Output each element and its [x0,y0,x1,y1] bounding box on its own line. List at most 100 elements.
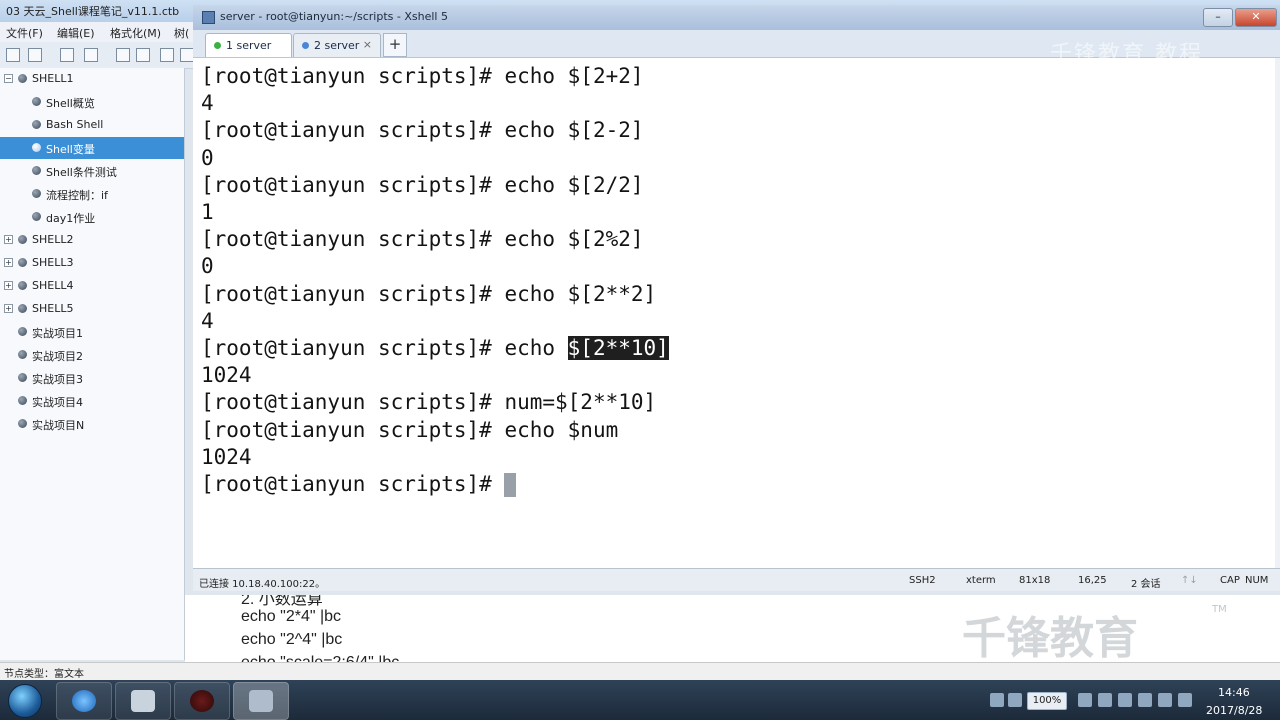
undo-icon[interactable] [180,48,194,62]
menu-edit[interactable]: 编辑(E) [57,25,95,41]
tree-item[interactable]: + SHELL2 [0,229,184,251]
taskbar-xshell-button[interactable] [233,682,289,720]
node-bullet-icon [32,120,41,129]
menu-format[interactable]: 格式化(M) [110,25,161,41]
menu-file[interactable]: 文件(F) [6,25,43,41]
tray-app-icon[interactable] [990,693,1004,707]
tree-item[interactable]: 实战项目4 [0,390,184,412]
dropdown-icon[interactable] [136,48,150,62]
shell-prompt: [root@tianyun scripts]# [201,390,505,415]
tray-network-icon[interactable] [1078,693,1092,707]
save-icon[interactable] [160,48,174,62]
shell-prompt: [root@tianyun scripts]# [201,281,505,306]
tree-item[interactable]: 实战项目1 [0,321,184,343]
status-dot-icon [214,42,221,49]
terminal-area[interactable]: [root@tianyun scripts]# echo $[2+2] 4 [roo… [193,58,1275,568]
tree-item[interactable]: Bash Shell [0,114,184,136]
node-bullet-icon [18,281,27,290]
terminal-size-status: 81x18 [1019,575,1051,586]
shell-prompt: [root@tianyun scripts]# [201,472,505,496]
tree-add-icon[interactable] [6,48,20,62]
tree-sub-icon[interactable] [28,48,42,62]
command-output: 1 [201,200,214,224]
tree-item[interactable]: + SHELL4 [0,275,184,297]
expand-icon[interactable]: + [4,281,13,290]
num-lock-status: NUM [1245,575,1269,586]
clock-time[interactable]: 14:46 [1218,686,1250,699]
command-text: echo $[2**2] [504,281,657,306]
expand-icon[interactable]: + [4,304,13,313]
terminal-command-line: [root@tianyun scripts]# echo $[2-2] [201,117,644,144]
tree-item[interactable]: + SHELL3 [0,252,184,274]
forward-arrow-icon[interactable] [84,48,98,62]
command-output: 0 [201,145,214,170]
start-button[interactable] [8,684,42,718]
collapse-icon[interactable]: − [4,74,13,83]
node-bullet-icon [32,189,41,198]
close-button[interactable]: ✕ [1235,8,1277,27]
tree-item-label: 实战项目1 [32,327,83,340]
command-text: echo $num [504,417,619,442]
tab-server-1[interactable]: 1 server [205,33,292,57]
tray-zoom-indicator[interactable]: 100% [1027,692,1067,710]
tray-app-icon[interactable] [1098,693,1112,707]
command-output: 4 [201,91,214,116]
tree-item[interactable]: Shell变量 [0,137,184,159]
tray-app-icon[interactable] [1118,693,1132,707]
tab-close-icon[interactable]: × [363,38,372,51]
add-tab-button[interactable]: + [383,33,407,57]
terminal-output-line: 4 [201,90,214,117]
menu-tree[interactable]: 树( [174,25,189,41]
note-line: echo "scale=2;6/4" |bc [241,654,399,662]
terminal-output-line: 1024 [201,362,252,389]
tree-item[interactable]: + SHELL5 [0,298,184,320]
note-line: echo "2*4" |bc [241,608,342,625]
terminal-cursor [504,473,517,497]
tree-item[interactable]: 流程控制：if [0,183,184,205]
tree-item[interactable]: day1作业 [0,206,184,228]
clock-date[interactable]: 2017/8/28 [1206,704,1262,717]
session-count-status: 2 会话 [1131,579,1161,590]
note-tree-panel: − SHELL1 Shell概览 Bash Shell Shell变量 Shell条件测试… [0,68,185,660]
tree-item[interactable]: Shell条件测试 [0,160,184,182]
tray-volume-icon[interactable] [1178,693,1192,707]
terminal-output-line: 1 [201,199,214,226]
terminal-output-line: 0 [201,145,214,172]
tab-server-2[interactable]: 2 server × [293,33,381,57]
node-bullet-icon [32,97,41,106]
expand-icon[interactable]: + [4,258,13,267]
tree-item[interactable]: 实战项目2 [0,344,184,366]
taskbar-cherrytree-button[interactable] [174,682,230,720]
taskbar-monitor-button[interactable] [115,682,171,720]
terminal-command-line: [root@tianyun scripts]# num=$[2**10] [201,389,656,416]
tree-item-label: SHELL4 [32,279,74,292]
cursor-position-status: 16,25 [1078,575,1107,586]
node-bullet-icon [32,143,41,152]
shell-prompt: [root@tianyun scripts]# [201,417,505,442]
terminal-type-status: xterm [966,575,996,586]
taskbar-ie-button[interactable] [56,682,112,720]
terminal-scrollbar[interactable] [1275,58,1280,568]
node-bullet-icon [18,258,27,267]
terminal-command-line: [root@tianyun scripts]# echo $[2**2] [201,281,656,308]
expand-icon[interactable]: + [4,235,13,244]
selected-text-highlight[interactable]: $[2**10] [567,336,669,360]
tray-app-icon[interactable] [1008,693,1022,707]
node-bullet-icon [18,419,27,428]
command-text: echo $[2/2] [504,172,644,197]
node-bullet-icon [18,235,27,244]
back-arrow-icon[interactable] [60,48,74,62]
terminal-command-line: [root@tianyun scripts]# [201,471,517,498]
folder-icon[interactable] [116,48,130,62]
tree-item[interactable]: Shell概览 [0,91,184,113]
tray-display-icon[interactable] [1158,693,1172,707]
minimize-button[interactable]: – [1203,8,1233,27]
tab-label: 2 server [314,39,360,52]
node-bullet-icon [18,304,27,313]
tree-item[interactable]: 实战项目N [0,413,184,435]
tree-item[interactable]: − SHELL1 [0,68,184,90]
tree-item[interactable]: 实战项目3 [0,367,184,389]
watermark-tm: TM [1212,604,1227,615]
tray-flag-icon[interactable] [1138,693,1152,707]
tree-item-label: Shell变量 [46,143,95,156]
